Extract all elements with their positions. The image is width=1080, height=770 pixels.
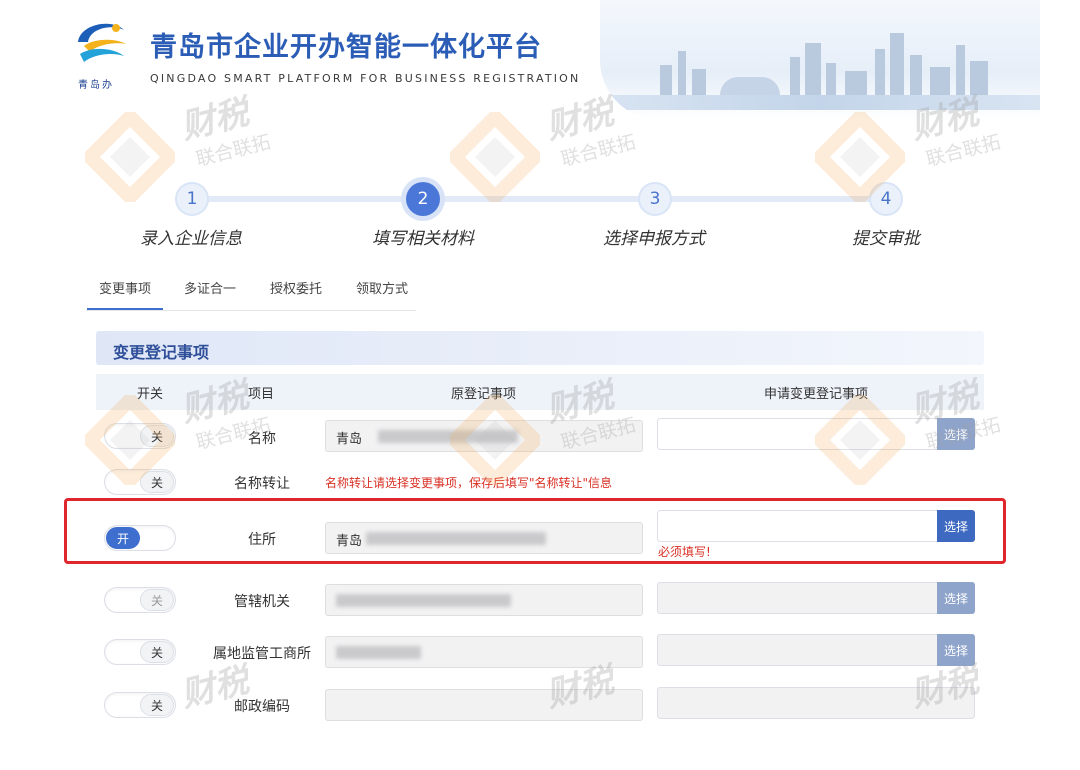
original-postal-code-field xyxy=(325,689,643,721)
header-item: 项目 xyxy=(248,387,275,402)
section-header-bar xyxy=(96,331,984,365)
city-skyline-banner xyxy=(600,0,1040,120)
watermark-subtext: 联合联拓 xyxy=(923,131,1003,171)
item-name-label: 名称 xyxy=(248,431,276,447)
watermark-logo-icon xyxy=(450,112,540,202)
tab-change-items[interactable]: 变更事项 xyxy=(86,278,164,310)
switch-local-supervision[interactable]: 关 xyxy=(104,639,176,665)
original-jurisdiction-field xyxy=(325,584,643,616)
switch-jurisdiction[interactable]: 关 xyxy=(104,587,176,613)
switch-knob: 关 xyxy=(140,641,174,663)
header-requested: 申请变更登记事项 xyxy=(764,387,869,402)
requested-local-supervision-input[interactable]: 选择 xyxy=(657,634,975,666)
switch-knob: 关 xyxy=(140,425,174,447)
tab-bar: 变更事项 多证合一 授权委托 领取方式 xyxy=(86,268,416,311)
item-postal-code-label: 邮政编码 xyxy=(234,699,290,715)
header-original: 原登记事项 xyxy=(451,387,517,402)
redacted-text xyxy=(336,594,511,607)
step-2-circle: 2 xyxy=(406,182,440,216)
tab-authorization[interactable]: 授权委托 xyxy=(270,278,322,297)
page-header: 青岛办 青岛市企业开办智能一体化平台 QINGDAO SMART PLATFOR… xyxy=(0,0,1080,120)
switch-name[interactable]: 关 xyxy=(104,423,176,449)
header-switch: 开关 xyxy=(137,387,164,402)
watermark-subtext: 联合联拓 xyxy=(193,131,273,171)
name-transfer-note: 名称转让请选择变更事项，保存后填写"名称转让"信息 xyxy=(325,476,613,490)
qingdao-logo-icon xyxy=(78,23,126,62)
watermark-logo-icon xyxy=(85,112,175,202)
requested-name-input[interactable]: 选择 xyxy=(657,418,975,450)
switch-knob: 关 xyxy=(140,471,174,493)
section-title: 变更登记事项 xyxy=(113,343,210,362)
original-name-field: 青岛 xyxy=(325,420,643,452)
item-local-supervision-label: 属地监管工商所 xyxy=(213,646,311,662)
step-4-circle: 4 xyxy=(869,182,903,216)
site-subtitle: QINGDAO SMART PLATFORM FOR BUSINESS REGI… xyxy=(150,72,581,85)
switch-knob: 关 xyxy=(140,589,174,611)
redacted-text xyxy=(378,430,518,443)
step-3-label: 选择申报方式 xyxy=(603,229,705,249)
select-button[interactable]: 选择 xyxy=(937,634,975,666)
select-button[interactable]: 选择 xyxy=(937,418,975,450)
switch-knob: 关 xyxy=(140,694,174,716)
step-3-circle: 3 xyxy=(638,182,672,216)
item-name-transfer-label: 名称转让 xyxy=(234,476,290,492)
select-button[interactable]: 选择 xyxy=(937,582,975,614)
logo-caption: 青岛办 xyxy=(78,80,114,91)
redacted-text xyxy=(336,646,421,659)
switch-name-transfer[interactable]: 关 xyxy=(104,469,176,495)
step-2-label: 填写相关材料 xyxy=(372,229,474,249)
highlight-box xyxy=(64,498,1006,564)
tab-multi-certificate[interactable]: 多证合一 xyxy=(184,278,236,297)
requested-postal-code-input[interactable] xyxy=(657,687,975,719)
switch-postal-code[interactable]: 关 xyxy=(104,692,176,718)
step-4-label: 提交审批 xyxy=(852,229,920,249)
original-local-supervision-field xyxy=(325,636,643,668)
original-value: 青岛 xyxy=(336,432,363,447)
requested-jurisdiction-input[interactable]: 选择 xyxy=(657,582,975,614)
item-jurisdiction-label: 管辖机关 xyxy=(234,594,290,610)
steps-track xyxy=(190,196,890,202)
watermark-subtext: 联合联拓 xyxy=(558,131,638,171)
step-1-label: 录入企业信息 xyxy=(140,229,242,249)
step-1-circle: 1 xyxy=(175,182,209,216)
site-title: 青岛市企业开办智能一体化平台 xyxy=(150,32,542,63)
tab-pickup-method[interactable]: 领取方式 xyxy=(356,278,408,297)
